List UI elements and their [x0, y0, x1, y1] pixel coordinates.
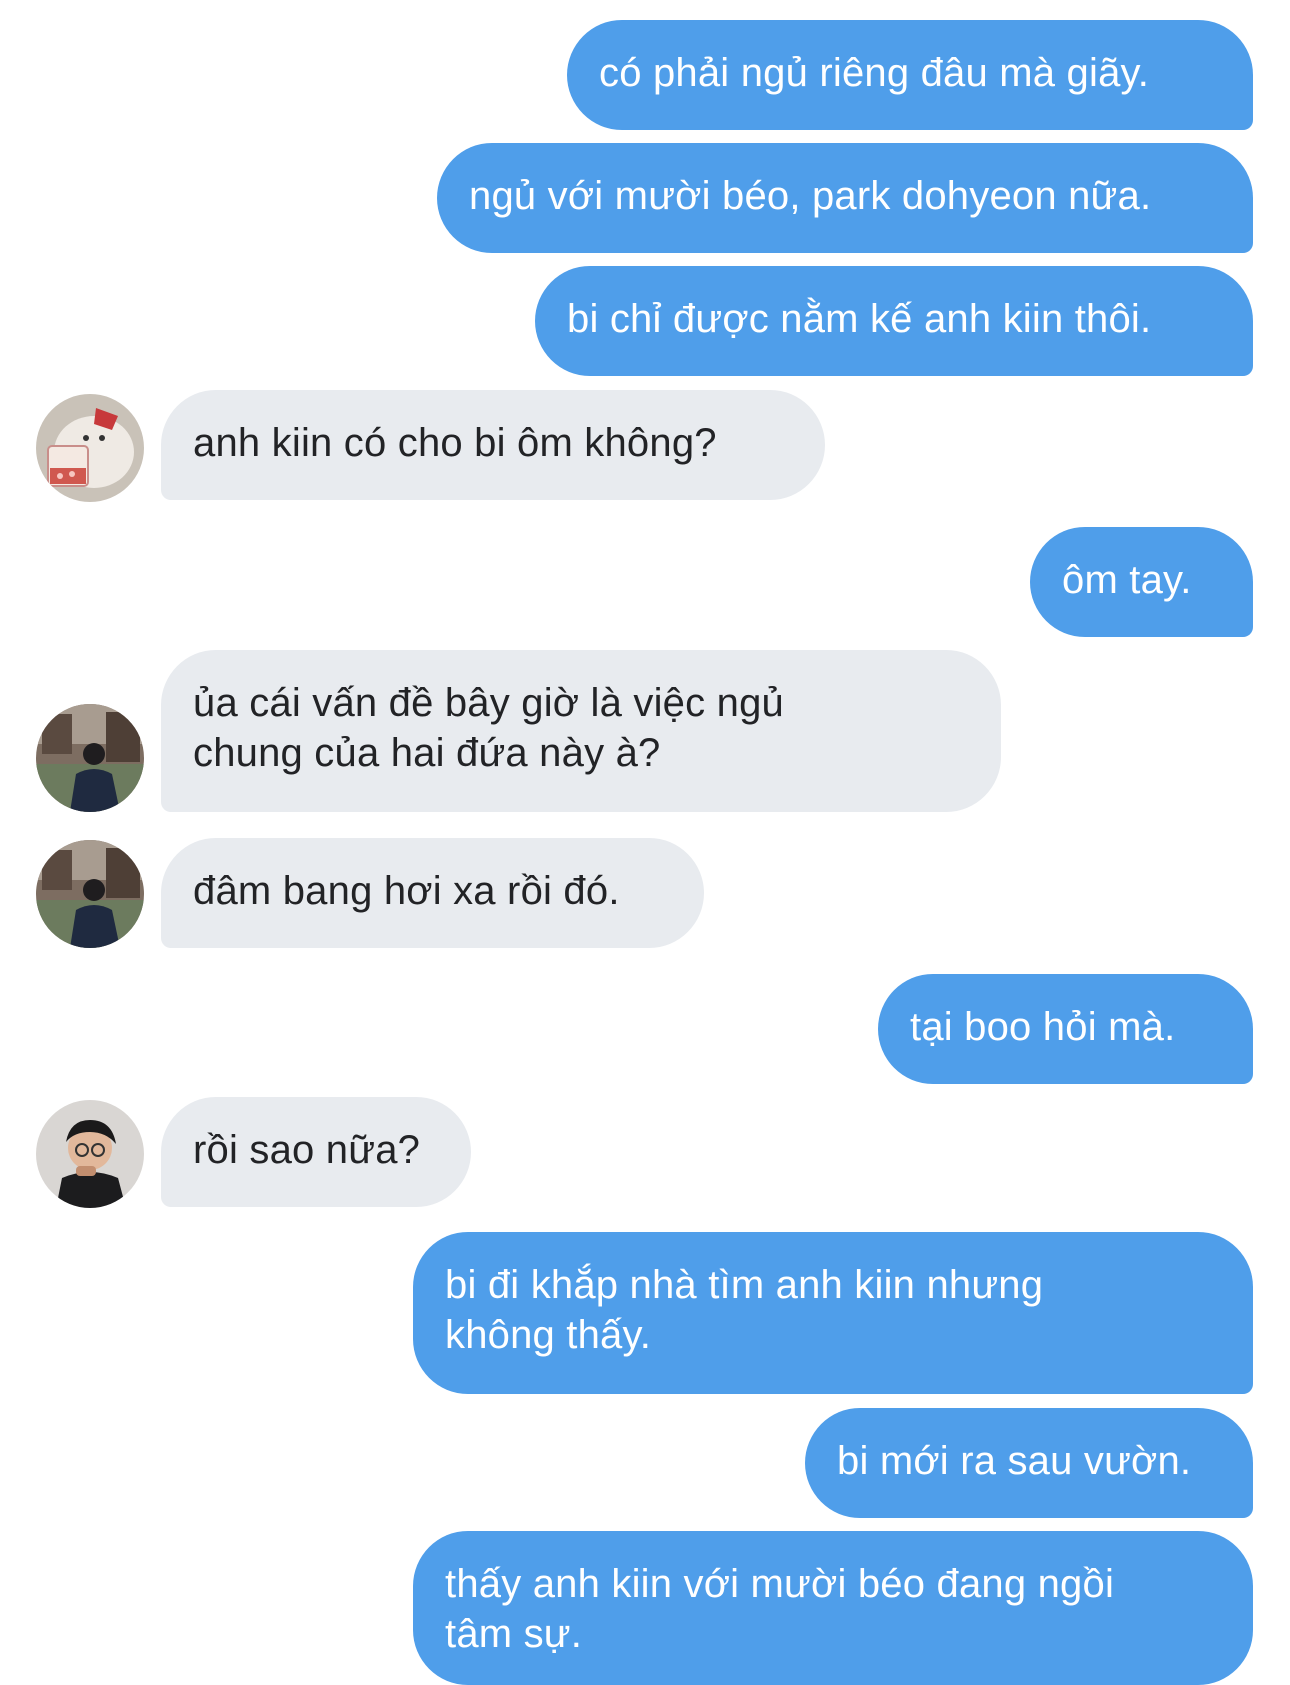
outgoing-message[interactable]: thấy anh kiin với mười béo đang ngồi tâm…	[413, 1531, 1253, 1685]
outgoing-message[interactable]: ngủ với mười béo, park dohyeon nữa.	[437, 143, 1253, 253]
incoming-message[interactable]: ủa cái vấn đề bây giờ là việc ngủ chung …	[161, 650, 1001, 812]
outgoing-message[interactable]: có phải ngủ riêng đâu mà giãy.	[567, 20, 1253, 130]
outgoing-message[interactable]: bi chỉ được nằm kế anh kiin thôi.	[535, 266, 1253, 376]
incoming-message[interactable]: rồi sao nữa?	[161, 1097, 471, 1207]
incoming-message[interactable]: đâm bang hơi xa rồi đó.	[161, 838, 704, 948]
outgoing-message[interactable]: bi mới ra sau vườn.	[805, 1408, 1253, 1518]
bear-sticker-avatar[interactable]	[36, 394, 144, 502]
outgoing-message[interactable]: bi đi khắp nhà tìm anh kiin nhưng không …	[413, 1232, 1253, 1394]
street-photo-avatar[interactable]	[36, 704, 144, 812]
boy-glasses-avatar[interactable]	[36, 1100, 144, 1208]
street-photo-avatar[interactable]	[36, 840, 144, 948]
outgoing-message[interactable]: ôm tay.	[1030, 527, 1253, 637]
outgoing-message[interactable]: tại boo hỏi mà.	[878, 974, 1253, 1084]
incoming-message[interactable]: anh kiin có cho bi ôm không?	[161, 390, 825, 500]
